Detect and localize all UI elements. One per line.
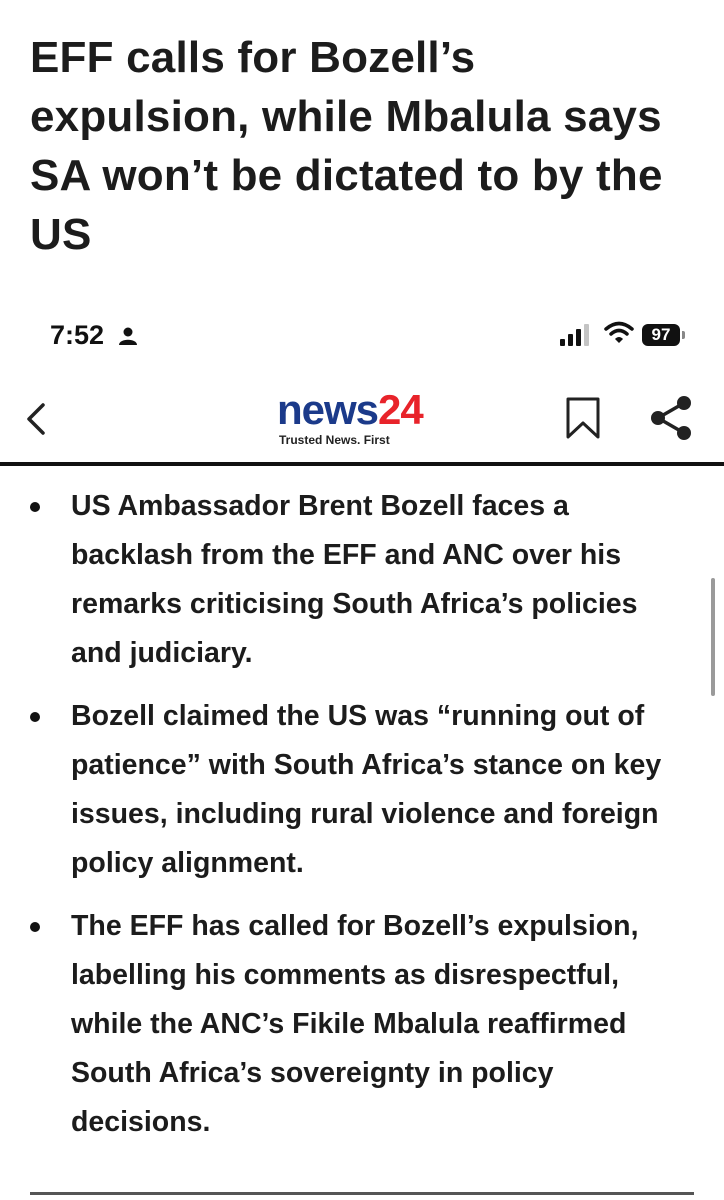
summary-point: US Ambassador Brent Bozell faces a backl…	[0, 482, 724, 678]
wifi-icon	[604, 321, 634, 343]
summary-point-text: The EFF has called for Bozell’s expulsio…	[71, 910, 639, 1138]
app-navbar: news24 Trusted News. First	[0, 380, 724, 462]
status-bar: 7:52 97	[0, 312, 724, 360]
scrollbar[interactable]	[711, 578, 715, 696]
share-icon[interactable]	[648, 394, 694, 442]
summary-point: The EFF has called for Bozell’s expulsio…	[0, 902, 724, 1147]
bullet-dot	[30, 502, 40, 512]
person-icon	[119, 327, 137, 345]
battery-level: 97	[651, 325, 671, 344]
content-divider	[30, 1192, 694, 1195]
summary-point-text: US Ambassador Brent Bozell faces a backl…	[71, 490, 638, 669]
summary-point-text: Bozell claimed the US was “running out o…	[71, 700, 662, 879]
logo-wordmark: news24	[277, 386, 424, 433]
battery-tip	[682, 331, 685, 339]
news24-logo[interactable]: news24 Trusted News. First	[277, 388, 457, 448]
status-time: 7:52	[50, 320, 105, 350]
logo-tagline: Trusted News. First	[279, 433, 390, 447]
summary-point: Bozell claimed the US was “running out o…	[0, 692, 724, 888]
back-icon[interactable]	[24, 402, 48, 436]
bullet-dot	[30, 922, 40, 932]
bullet-dot	[30, 712, 40, 722]
article-headline: EFF calls for Bozell’s expulsion, while …	[30, 33, 663, 259]
signal-icon	[560, 324, 589, 346]
logo-24-text: 24	[378, 386, 424, 433]
logo-news-text: news	[277, 386, 379, 433]
battery-icon: 97	[642, 324, 680, 346]
bookmark-icon[interactable]	[565, 396, 601, 440]
header-divider	[0, 462, 724, 466]
summary-list: US Ambassador Brent Bozell faces a backl…	[0, 482, 724, 1161]
